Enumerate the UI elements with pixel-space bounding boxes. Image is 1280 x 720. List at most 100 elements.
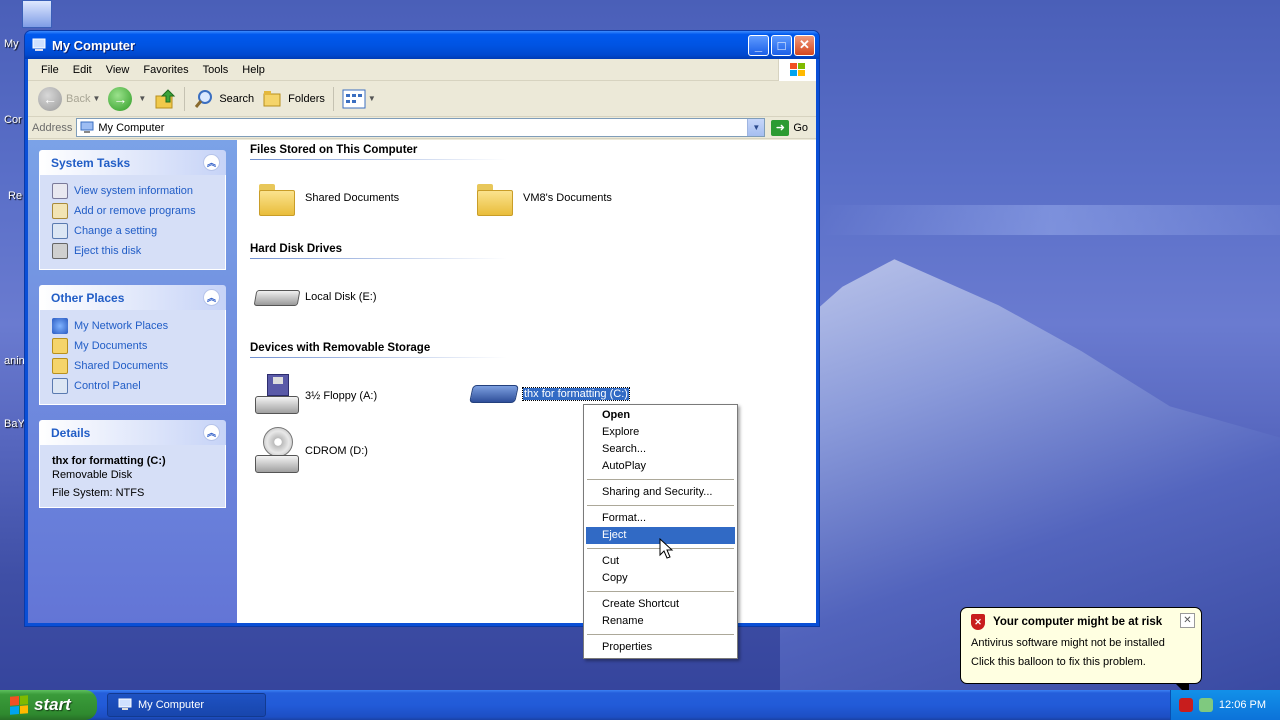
search-button[interactable]: Search xyxy=(189,85,258,113)
details-body: thx for formatting (C:) Removable Disk F… xyxy=(39,445,226,508)
place-shared-documents[interactable]: Shared Documents xyxy=(52,356,225,376)
back-button[interactable]: ← Back ▼ xyxy=(34,85,104,113)
collapse-icon[interactable]: ︽ xyxy=(203,424,220,441)
place-my-documents[interactable]: My Documents xyxy=(52,336,225,356)
go-label: Go xyxy=(793,121,808,134)
network-icon[interactable] xyxy=(1198,698,1213,712)
clock: 12:06 PM xyxy=(1218,699,1266,711)
balloon-title-row: ✕ Your computer might be at risk xyxy=(971,614,1193,630)
views-button[interactable]: ▼ xyxy=(338,85,380,113)
chevron-down-icon[interactable]: ▼ xyxy=(92,94,100,103)
item-shared-documents[interactable]: Shared Documents xyxy=(257,180,399,216)
go-button[interactable]: ➜ Go xyxy=(765,119,816,136)
menu-file[interactable]: File xyxy=(34,64,66,76)
ctx-create-shortcut[interactable]: Create Shortcut xyxy=(586,596,735,613)
ctx-copy[interactable]: Copy xyxy=(586,570,735,587)
system-tasks-header[interactable]: System Tasks ︽ xyxy=(39,150,226,175)
window-titlebar[interactable]: My Computer _ □ ✕ xyxy=(25,31,819,59)
menu-edit[interactable]: Edit xyxy=(66,64,99,76)
address-value: My Computer xyxy=(98,121,165,134)
task-label: Change a setting xyxy=(74,225,158,237)
other-places-panel: Other Places ︽ My Network Places My Docu… xyxy=(39,285,226,405)
folder-icon xyxy=(257,180,295,216)
search-icon xyxy=(195,89,213,108)
task-view-system-information[interactable]: View system information xyxy=(52,181,225,201)
folders-button[interactable]: Folders xyxy=(258,85,329,113)
system-tasks-title: System Tasks xyxy=(51,155,131,170)
other-places-header[interactable]: Other Places ︽ xyxy=(39,285,226,310)
place-label: My Documents xyxy=(74,340,148,352)
ctx-sharing-security[interactable]: Sharing and Security... xyxy=(586,484,735,501)
mouse-cursor-icon xyxy=(659,538,674,559)
item-cdrom-d[interactable]: CDROM (D:) xyxy=(253,427,368,475)
ctx-search[interactable]: Search... xyxy=(586,441,735,458)
system-tray: 12:06 PM xyxy=(1170,690,1280,720)
chevron-down-icon[interactable]: ▼ xyxy=(747,119,765,136)
item-floppy-a[interactable]: 3½ Floppy (A:) xyxy=(253,374,377,418)
up-button[interactable] xyxy=(150,85,180,113)
ctx-autoplay[interactable]: AutoPlay xyxy=(586,458,735,475)
chevron-down-icon[interactable]: ▼ xyxy=(138,94,146,103)
ctx-format[interactable]: Format... xyxy=(586,510,735,527)
menu-view[interactable]: View xyxy=(99,64,137,76)
maximize-button[interactable]: □ xyxy=(771,34,792,56)
group-divider xyxy=(250,159,507,160)
start-button[interactable]: start xyxy=(0,690,97,720)
minimize-button[interactable]: _ xyxy=(748,34,769,56)
desktop-icon-my-documents[interactable] xyxy=(0,0,52,28)
ctx-explore[interactable]: Explore xyxy=(586,424,735,441)
desktop-icon-label[interactable]: Re xyxy=(8,190,22,202)
ctx-open[interactable]: Open xyxy=(586,407,735,424)
taskbar-my-computer[interactable]: My Computer xyxy=(107,693,266,717)
start-label: start xyxy=(34,695,71,714)
details-title: Details xyxy=(51,425,91,440)
menu-favorites[interactable]: Favorites xyxy=(136,64,195,76)
close-button[interactable]: ✕ xyxy=(794,34,815,56)
taskbar: start My Computer 12:06 PM xyxy=(0,690,1280,720)
balloon-close-button[interactable]: ✕ xyxy=(1180,613,1195,628)
collapse-icon[interactable]: ︽ xyxy=(203,154,220,171)
security-alert-icon[interactable] xyxy=(1178,698,1193,712)
place-my-network-places[interactable]: My Network Places xyxy=(52,316,225,336)
desktop-icon-label[interactable]: My xyxy=(4,38,19,50)
eject-disk-icon xyxy=(52,243,68,259)
ctx-rename[interactable]: Rename xyxy=(586,613,735,630)
desktop-icon-label[interactable]: BaY xyxy=(4,418,25,430)
window-title: My Computer xyxy=(52,37,136,53)
windows-logo-icon xyxy=(10,695,28,715)
task-add-remove-programs[interactable]: Add or remove programs xyxy=(52,201,225,221)
toolbar-separator xyxy=(332,86,334,111)
details-header[interactable]: Details ︽ xyxy=(39,420,226,445)
place-control-panel[interactable]: Control Panel xyxy=(52,376,225,396)
group-title-removable: Devices with Removable Storage xyxy=(250,342,431,354)
my-computer-icon xyxy=(31,37,47,53)
control-panel-icon xyxy=(52,223,68,239)
views-icon xyxy=(342,89,366,108)
desktop-icon-label[interactable]: Cor xyxy=(4,114,22,126)
menu-help[interactable]: Help xyxy=(235,64,272,76)
item-local-disk-e[interactable]: Local Disk (E:) xyxy=(253,282,377,312)
other-places-body: My Network Places My Documents Shared Do… xyxy=(39,310,226,405)
folder-icon xyxy=(475,180,513,216)
collapse-icon[interactable]: ︽ xyxy=(203,289,220,306)
my-documents-icon xyxy=(52,338,68,354)
menu-tools[interactable]: Tools xyxy=(196,64,236,76)
floppy-drive-icon xyxy=(253,374,301,418)
my-computer-icon xyxy=(118,698,132,710)
cdrom-drive-icon xyxy=(253,427,301,475)
shared-documents-icon xyxy=(52,358,68,374)
menu-bar: File Edit View Favorites Tools Help xyxy=(28,59,816,81)
task-eject-disk[interactable]: Eject this disk xyxy=(52,241,225,261)
item-vm8-documents[interactable]: VM8's Documents xyxy=(475,180,612,216)
forward-button[interactable]: → ▼ xyxy=(104,85,150,113)
address-input[interactable]: My Computer ▼ xyxy=(76,118,766,137)
taskbar-task-label: My Computer xyxy=(138,699,205,711)
task-label: View system information xyxy=(74,185,194,197)
task-change-setting[interactable]: Change a setting xyxy=(52,221,225,241)
toolbar-separator xyxy=(184,86,186,111)
desktop-icon-label[interactable]: anin xyxy=(4,355,25,367)
system-tasks-panel: System Tasks ︽ View system information A… xyxy=(39,150,226,270)
security-balloon[interactable]: ✕ Your computer might be at risk ✕ Antiv… xyxy=(960,607,1202,697)
ctx-properties[interactable]: Properties xyxy=(586,639,735,656)
item-label: VM8's Documents xyxy=(523,192,612,204)
